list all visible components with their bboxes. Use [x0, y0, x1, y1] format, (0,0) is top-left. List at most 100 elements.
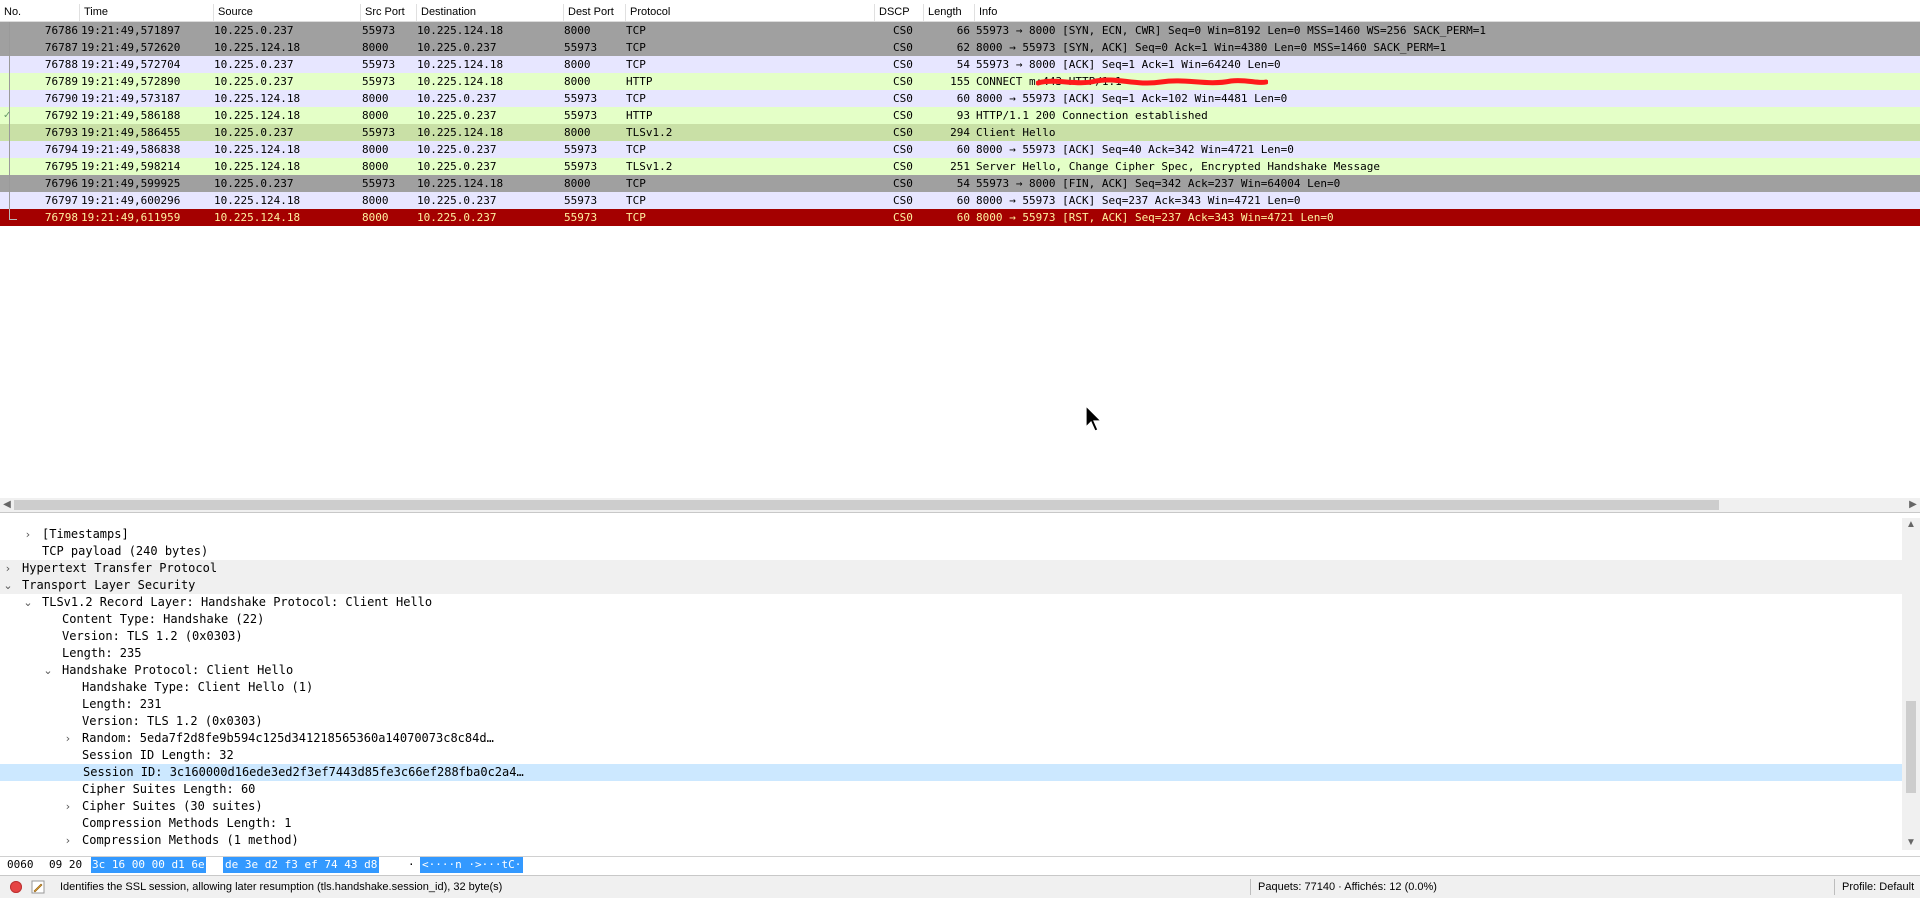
packet-row[interactable]: 76790 19:21:49,573187 10.225.124.18 8000 10.… [0, 90, 1920, 107]
detail-text: Version: TLS 1.2 (0x0303) [82, 714, 263, 728]
column-length[interactable]: Length [924, 4, 975, 21]
collapse-chevron-icon[interactable]: ⌄ [42, 662, 54, 679]
detail-row[interactable]: › [Timestamps] [0, 526, 1902, 543]
cell-dscp: CS0 [893, 92, 913, 105]
packet-row[interactable]: 76788 19:21:49,572704 10.225.0.237 55973 10.… [0, 56, 1920, 73]
edit-comment-icon[interactable] [31, 880, 45, 894]
detail-row[interactable]: Cipher Suites Length: 60 [0, 781, 1902, 798]
column-time[interactable]: Time [80, 4, 214, 21]
cell-time: 19:21:49,572620 [81, 41, 181, 54]
detail-row[interactable]: › Compression Methods (1 method) [0, 832, 1902, 849]
detail-row-selected[interactable]: Session ID: 3c160000d16ede3ed2f3ef7443d8… [0, 764, 1902, 781]
detail-row[interactable]: › Random: 5eda7f2d8fe9b594c125d3412185653… [0, 730, 1902, 747]
cell-no: 76797 [44, 194, 78, 207]
detail-text: Length: 231 [82, 697, 162, 711]
cell-destination: 10.225.124.18 [417, 75, 504, 88]
bytes-hex-selected-a[interactable]: 3c 16 00 00 d1 6e [91, 857, 206, 873]
column-protocol[interactable]: Protocol [626, 4, 875, 21]
detail-row[interactable]: Version: TLS 1.2 (0x0303) [0, 628, 1902, 645]
expand-chevron-icon[interactable]: › [22, 526, 34, 543]
detail-row[interactable]: › Hypertext Transfer Protocol [0, 560, 1902, 577]
collapse-chevron-icon[interactable]: ⌄ [22, 594, 34, 611]
cell-protocol: TCP [626, 92, 646, 105]
packet-row[interactable]: 76789 19:21:49,572890 10.225.0.237 55973 10.… [0, 73, 1920, 90]
column-source[interactable]: Source [214, 4, 361, 21]
packet-row[interactable]: 76786 19:21:49,571897 10.225.0.237 55973 10.… [0, 22, 1920, 39]
packet-row[interactable]: 76793 19:21:49,586455 10.225.0.237 55973 10.… [0, 124, 1920, 141]
column-destination[interactable]: Destination [417, 4, 564, 21]
horizontal-scroll-thumb[interactable] [14, 500, 1719, 510]
packet-row[interactable]: 76795 19:21:49,598214 10.225.124.18 8000 10.… [0, 158, 1920, 175]
bytes-hex-selected-b[interactable]: de 3e d2 f3 ef 74 43 d8 [223, 857, 380, 873]
packet-row[interactable]: 76796 19:21:49,599925 10.225.0.237 55973 10.… [0, 175, 1920, 192]
detail-row[interactable]: Length: 235 [0, 645, 1902, 662]
cell-dest-port: 55973 [564, 143, 598, 156]
expand-chevron-icon[interactable]: › [62, 832, 74, 849]
detail-row[interactable]: Compression Methods Length: 1 [0, 815, 1902, 832]
detail-row[interactable]: Content Type: Handshake (22) [0, 611, 1902, 628]
cell-dscp: CS0 [893, 126, 913, 139]
detail-text: Cipher Suites Length: 60 [82, 782, 256, 796]
detail-text: Transport Layer Security [22, 578, 196, 592]
cell-source: 10.225.0.237 [214, 75, 294, 88]
conversation-bracket [9, 175, 10, 192]
detail-row[interactable]: ⌄ Transport Layer Security [0, 577, 1902, 594]
cell-no: 76787 [44, 41, 78, 54]
bytes-ascii-selected[interactable]: <····n ·>···tC· [420, 857, 524, 873]
cell-length: 294 [950, 126, 970, 139]
cell-destination: 10.225.124.18 [417, 58, 504, 71]
column-src-port[interactable]: Src Port [361, 4, 417, 21]
bytes-hex-pre[interactable]: 09 20 [49, 857, 82, 873]
column-info[interactable]: Info [975, 4, 1920, 21]
vertical-scroll-thumb[interactable] [1906, 701, 1916, 793]
cell-src-port: 55973 [362, 75, 396, 88]
packet-list[interactable]: No. Time Source Src Port Destination Des… [0, 0, 1920, 513]
cell-length: 251 [950, 160, 970, 173]
packet-bytes-pane[interactable]: 0060 09 20 3c 16 00 00 d1 6e de 3e d2 f3… [0, 856, 1920, 874]
detail-row[interactable]: Length: 231 [0, 696, 1902, 713]
cell-time: 19:21:49,586188 [81, 109, 181, 122]
scroll-right-icon[interactable]: ▶ [1906, 498, 1920, 512]
cell-time: 19:21:49,571897 [81, 24, 181, 37]
expand-chevron-icon[interactable]: › [2, 560, 14, 577]
column-dest-port[interactable]: Dest Port [564, 4, 626, 21]
cell-protocol: HTTP [626, 109, 653, 122]
packet-row[interactable]: 76797 19:21:49,600296 10.225.124.18 8000 10.… [0, 192, 1920, 209]
packet-row[interactable]: 76798 19:21:49,611959 10.225.124.18 8000 10.… [0, 209, 1920, 226]
packet-row[interactable]: 76787 19:21:49,572620 10.225.124.18 8000 10.… [0, 39, 1920, 56]
scroll-left-icon[interactable]: ◀ [0, 498, 14, 512]
detail-row[interactable]: ⌄ Handshake Protocol: Client Hello [0, 662, 1902, 679]
scroll-down-icon[interactable]: ▼ [1902, 836, 1920, 850]
cell-dest-port: 8000 [564, 126, 591, 139]
vertical-scrollbar[interactable]: ▲ ▼ [1902, 518, 1920, 850]
scroll-up-icon[interactable]: ▲ [1902, 518, 1920, 532]
cell-destination: 10.225.124.18 [417, 177, 504, 190]
detail-row[interactable]: TCP payload (240 bytes) [0, 543, 1902, 560]
cell-no: 76796 [44, 177, 78, 190]
cell-info: 55973 → 8000 [FIN, ACK] Seq=342 Ack=237 … [976, 177, 1341, 190]
detail-row[interactable]: Handshake Type: Client Hello (1) [0, 679, 1902, 696]
expand-chevron-icon[interactable]: › [62, 798, 74, 815]
detail-row[interactable]: › Cipher Suites (30 suites) [0, 798, 1902, 815]
detail-row[interactable]: ⌄ TLSv1.2 Record Layer: Handshake Protoco… [0, 594, 1902, 611]
cell-no: 76794 [44, 143, 78, 156]
detail-row[interactable]: Session ID Length: 32 [0, 747, 1902, 764]
detail-text: Cipher Suites (30 suites) [82, 799, 263, 813]
cell-source: 10.225.124.18 [214, 143, 301, 156]
packet-details-pane[interactable]: › [Timestamps] TCP payload (240 bytes) › Hyp… [0, 518, 1920, 850]
collapse-chevron-icon[interactable]: ⌄ [2, 577, 14, 594]
status-profile[interactable]: Profile: Default [1842, 876, 1914, 898]
expand-chevron-icon[interactable]: › [62, 730, 74, 747]
cell-protocol: TLSv1.2 [626, 126, 673, 139]
packet-row[interactable]: 76794 19:21:49,586838 10.225.124.18 8000 10.… [0, 141, 1920, 158]
cell-source: 10.225.124.18 [214, 211, 301, 224]
column-dscp[interactable]: DSCP [875, 4, 924, 21]
packet-row[interactable]: ✓ 76792 19:21:49,586188 10.225.124.18 8000 10… [0, 107, 1920, 124]
cell-dest-port: 8000 [564, 177, 591, 190]
detail-row[interactable]: Version: TLS 1.2 (0x0303) [0, 713, 1902, 730]
expert-info-error-icon[interactable] [10, 881, 22, 893]
cell-dest-port: 55973 [564, 211, 598, 224]
horizontal-scrollbar[interactable]: ◀ ▶ [0, 498, 1920, 512]
cell-source: 10.225.124.18 [214, 194, 301, 207]
column-no[interactable]: No. [0, 4, 80, 21]
